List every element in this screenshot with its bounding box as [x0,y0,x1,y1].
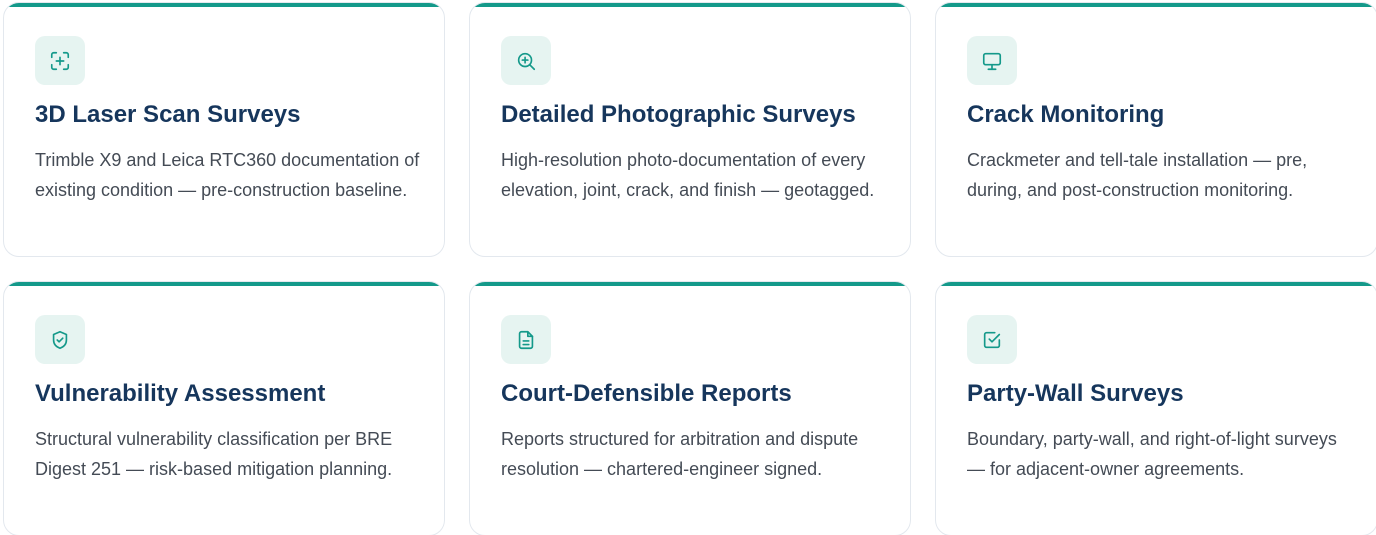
shield-check-icon [52,330,68,349]
service-card-crack-monitoring: Crack Monitoring Crackmeter and tell-tal… [935,2,1376,257]
card-title: Court-Defensible Reports [501,380,792,407]
scan-icon [50,51,70,70]
card-description: Boundary, party-wall, and right-of-light… [967,429,1337,479]
monitor-icon [982,52,1002,70]
service-card-vulnerability: Vulnerability Assessment Structural vuln… [3,281,445,535]
service-card-photographic: Detailed Photographic Surveys High-resol… [469,2,911,257]
card-title: 3D Laser Scan Surveys [35,101,301,128]
icon-container [35,315,85,364]
icon-container [967,315,1017,364]
card-description: Reports structured for arbitration and d… [501,429,859,479]
service-card-laser-scan: 3D Laser Scan Surveys Trimble X9 and Lei… [3,2,445,257]
card-title: Detailed Photographic Surveys [501,101,856,128]
card-title: Crack Monitoring [967,101,1165,128]
icon-container [967,36,1017,85]
icon-container [501,315,551,364]
card-description: Trimble X9 and Leica RTC360 documentatio… [35,150,420,200]
card-title: Vulnerability Assessment [35,380,326,407]
icon-container [501,36,551,85]
card-description: Structural vulnerability classification … [35,429,393,479]
check-square-icon [983,331,1001,348]
document-icon [518,330,534,349]
services-grid: 3D Laser Scan Surveys Trimble X9 and Lei… [0,0,1376,535]
card-description: High-resolution photo-documentation of e… [501,150,875,200]
card-title: Party-Wall Surveys [967,380,1184,407]
service-card-reports: Court-Defensible Reports Reports structu… [469,281,911,535]
icon-container [35,36,85,85]
zoom-in-icon [517,52,536,70]
card-description: Crackmeter and tell-tale installation — … [967,150,1308,200]
service-card-party-wall: Party-Wall Surveys Boundary, party-wall,… [935,281,1376,535]
